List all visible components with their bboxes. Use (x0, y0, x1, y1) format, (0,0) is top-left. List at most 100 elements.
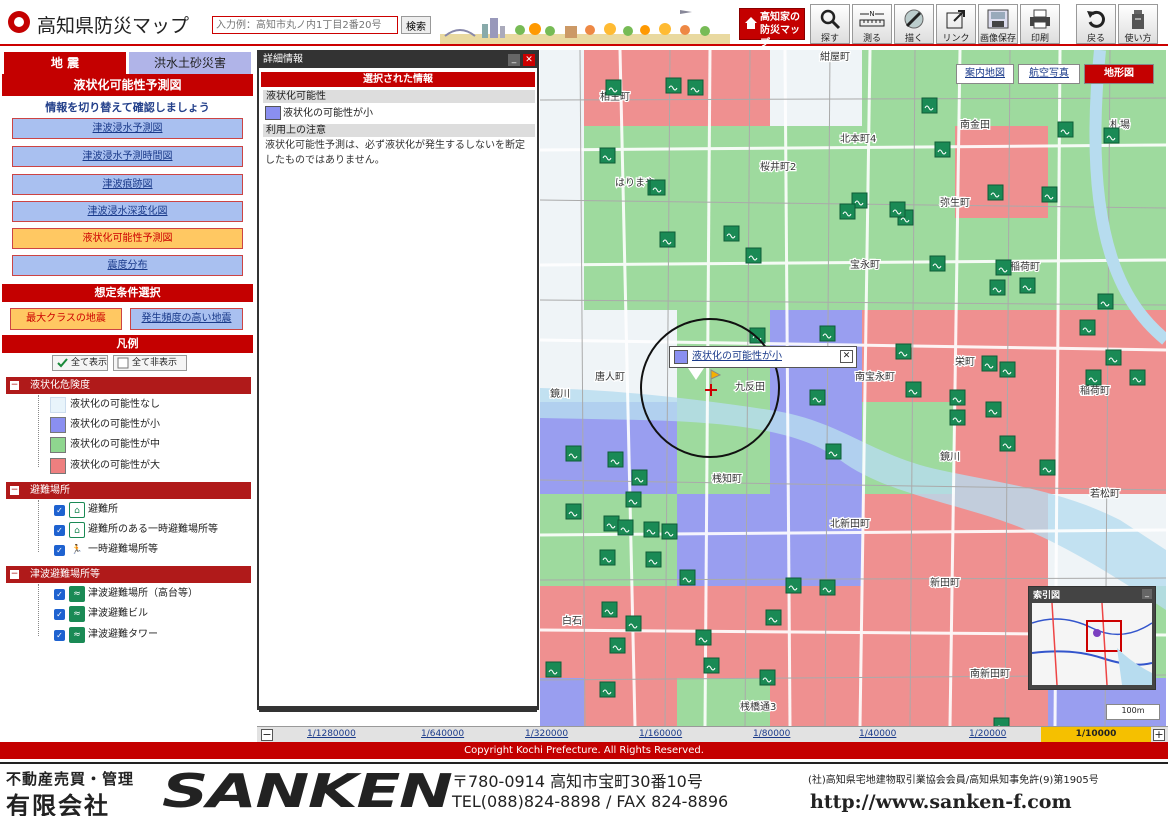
tsunami-evacuation-icon[interactable] (659, 231, 676, 248)
zoom-in-button[interactable]: + (1153, 729, 1165, 741)
zoom-out-button[interactable]: − (261, 729, 273, 741)
map-button-tsunami-trace[interactable]: 津波痕跡図 (12, 174, 243, 195)
tsunami-evacuation-icon[interactable] (695, 629, 712, 646)
tsunami-evacuation-icon[interactable] (745, 247, 762, 264)
popup-text[interactable]: 液状化の可能性が小 (692, 351, 782, 362)
tsunami-evacuation-icon[interactable] (545, 661, 562, 678)
tsunami-evacuation-icon[interactable] (819, 325, 836, 342)
index-map-panel[interactable]: 索引図 _ (1028, 586, 1156, 690)
tsunami-evacuation-icon[interactable] (605, 79, 622, 96)
liquefaction-cell[interactable] (584, 310, 677, 402)
tsunami-evacuation-icon[interactable] (929, 255, 946, 272)
map-button-tsunami-inundation[interactable]: 津波浸水予測図 (12, 118, 243, 139)
site-title[interactable]: 高知県防災マップ (37, 11, 189, 38)
tsunami-evacuation-icon[interactable] (1039, 459, 1056, 476)
tool-print-button[interactable]: 印刷 (1020, 4, 1060, 44)
minimize-icon[interactable]: _ (1142, 589, 1152, 599)
index-map-view[interactable] (1032, 603, 1152, 685)
liquefaction-cell[interactable] (677, 126, 770, 218)
scale-1-80000[interactable]: 1/80000 (753, 727, 790, 742)
checkbox-checked-icon[interactable]: ✓ (54, 545, 65, 556)
tsunami-evacuation-icon[interactable] (985, 401, 1002, 418)
tsunami-evacuation-icon[interactable] (809, 389, 826, 406)
map-canvas[interactable]: 相生町 北本町4 南金田 札場 はりまや 桜井町2 弥生町 宝永町 稲荷町 唐人町 九反田 南宝永町栄… (540, 50, 1166, 726)
tsunami-evacuation-icon[interactable] (993, 717, 1010, 726)
tab-guide-map[interactable]: 案内地図 (956, 64, 1014, 84)
liquefaction-cell[interactable] (1048, 50, 1166, 126)
tsunami-evacuation-icon[interactable] (1019, 277, 1036, 294)
tsunami-evacuation-icon[interactable] (987, 184, 1004, 201)
liquefaction-cell[interactable] (862, 494, 955, 586)
liquefaction-cell[interactable] (584, 126, 677, 218)
liquefaction-cell[interactable] (584, 678, 677, 726)
tsunami-evacuation-icon[interactable] (1097, 293, 1114, 310)
tsunami-evacuation-icon[interactable] (889, 201, 906, 218)
liquefaction-cell[interactable] (862, 678, 955, 726)
tool-help-button[interactable]: 使い方 (1118, 4, 1158, 44)
tsunami-evacuation-icon[interactable] (599, 681, 616, 698)
close-icon[interactable]: ✕ (840, 350, 853, 363)
company-url[interactable]: http://www.sanken-f.com (810, 791, 1072, 813)
tsunami-evacuation-icon[interactable] (785, 577, 802, 594)
liquefaction-cell[interactable] (770, 494, 862, 586)
legend-group-liquefaction[interactable]: 液状化危険度 (6, 377, 251, 394)
tsunami-evacuation-icon[interactable] (765, 609, 782, 626)
tsunami-evacuation-icon[interactable] (603, 515, 620, 532)
map-button-liquefaction[interactable]: 液状化可能性予測図 (12, 228, 243, 249)
liquefaction-cell[interactable] (862, 50, 955, 126)
tsunami-evacuation-icon[interactable] (601, 601, 618, 618)
tsunami-evacuation-icon[interactable] (723, 225, 740, 242)
tsunami-evacuation-icon[interactable] (1105, 349, 1122, 366)
tool-search-button[interactable]: 探す (810, 4, 850, 44)
tsunami-evacuation-icon[interactable] (1129, 369, 1146, 386)
checkbox-checked-icon[interactable]: ✓ (54, 630, 65, 641)
tsunami-evacuation-icon[interactable] (607, 451, 624, 468)
tool-draw-button[interactable]: 描く (894, 4, 934, 44)
condition-max-class-button[interactable]: 最大クラスの地震 (10, 308, 122, 330)
tsunami-evacuation-icon[interactable] (643, 521, 660, 538)
map-button-seismic-intensity[interactable]: 震度分布 (12, 255, 243, 276)
tsunami-evacuation-icon[interactable] (749, 327, 766, 344)
tsunami-evacuation-icon[interactable] (599, 147, 616, 164)
checkbox-checked-icon[interactable]: ✓ (54, 589, 65, 600)
hide-all-button[interactable]: 全て非表示 (113, 355, 187, 371)
tsunami-evacuation-icon[interactable] (565, 445, 582, 462)
tsunami-evacuation-icon[interactable] (1103, 127, 1120, 144)
scale-1-320000[interactable]: 1/320000 (525, 727, 568, 742)
tsunami-evacuation-icon[interactable] (1041, 186, 1058, 203)
tsunami-evacuation-icon[interactable] (565, 503, 582, 520)
liquefaction-cell[interactable] (584, 50, 677, 126)
tab-terrain-map[interactable]: 地形図 (1084, 64, 1154, 84)
tsunami-evacuation-icon[interactable] (687, 79, 704, 96)
liquefaction-cell[interactable] (540, 678, 584, 726)
kochi-disaster-map-button[interactable]: 高知家の 防災マップ (739, 8, 805, 49)
tsunami-evacuation-icon[interactable] (703, 657, 720, 674)
tsunami-evacuation-icon[interactable] (989, 279, 1006, 296)
tsunami-evacuation-icon[interactable] (895, 343, 912, 360)
tab-aerial-photo[interactable]: 航空写真 (1018, 64, 1080, 84)
tsunami-evacuation-icon[interactable] (679, 569, 696, 586)
tsunami-evacuation-icon[interactable] (649, 179, 666, 196)
legend-group-tsunami-evacuation[interactable]: 津波避難場所等 (6, 566, 251, 583)
search-button[interactable]: 検索 (401, 16, 431, 34)
scale-1-640000[interactable]: 1/640000 (421, 727, 464, 742)
tsunami-evacuation-icon[interactable] (661, 523, 678, 540)
tsunami-evacuation-icon[interactable] (981, 355, 998, 372)
tsunami-evacuation-icon[interactable] (921, 97, 938, 114)
scale-1-160000[interactable]: 1/160000 (639, 727, 682, 742)
map-info-popup[interactable]: 液状化の可能性が小 ✕ (669, 346, 857, 368)
tool-back-button[interactable]: 戻る (1076, 4, 1116, 44)
scale-1-20000[interactable]: 1/20000 (969, 727, 1006, 742)
tsunami-evacuation-icon[interactable] (1057, 121, 1074, 138)
tsunami-evacuation-icon[interactable] (665, 77, 682, 94)
liquefaction-cell[interactable] (540, 50, 584, 126)
show-all-button[interactable]: 全て表示 (52, 355, 108, 371)
tsunami-evacuation-icon[interactable] (617, 519, 634, 536)
tsunami-evacuation-icon[interactable] (631, 469, 648, 486)
tsunami-evacuation-icon[interactable] (625, 491, 642, 508)
liquefaction-cell[interactable] (955, 50, 1048, 126)
tsunami-evacuation-icon[interactable] (995, 259, 1012, 276)
map-button-tsunami-time[interactable]: 津波浸水予測時間図 (12, 146, 243, 167)
liquefaction-cell[interactable] (540, 126, 584, 218)
tsunami-evacuation-icon[interactable] (1085, 369, 1102, 386)
